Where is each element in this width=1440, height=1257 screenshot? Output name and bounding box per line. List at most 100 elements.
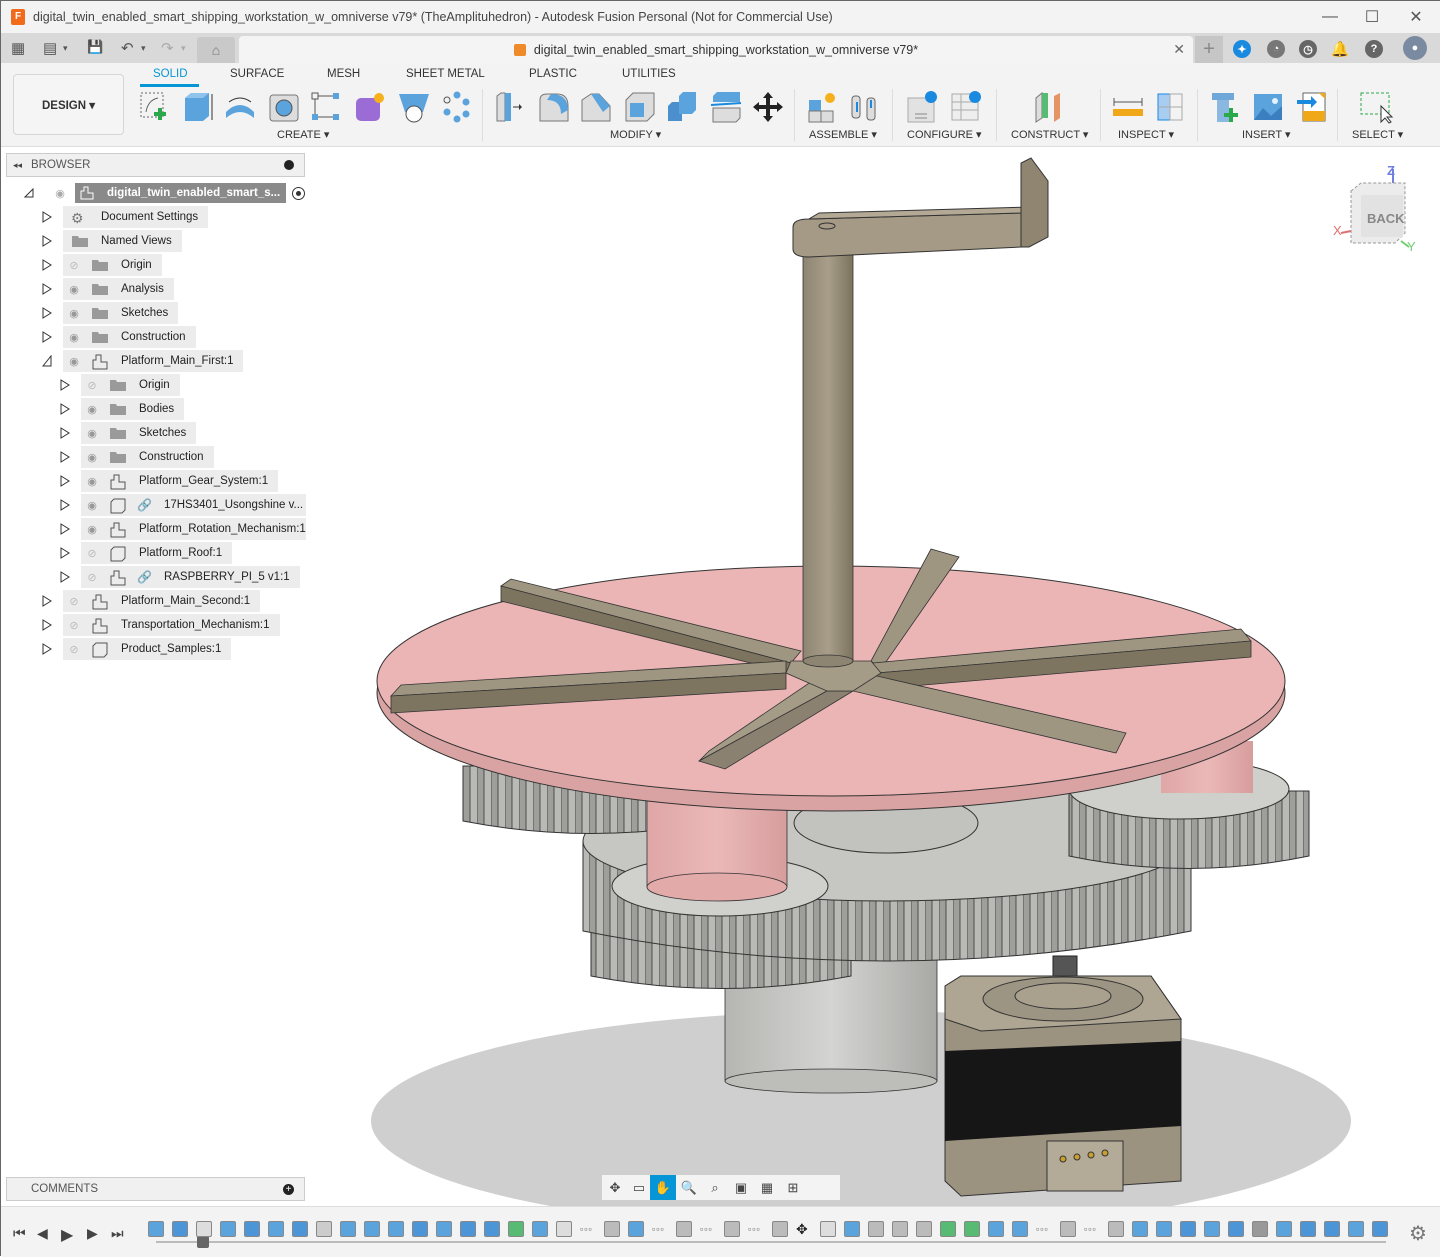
timeline-feature-extrude-icon[interactable]: [244, 1221, 260, 1237]
timeline-feature-sketch-icon[interactable]: [532, 1221, 548, 1237]
browser-item-chip[interactable]: ◉ Bodies: [81, 398, 185, 420]
browser-item-chip[interactable]: ◉ Sketches: [63, 302, 179, 324]
browser-item-chip[interactable]: ◉ Platform_Rotation_Mechanism:1: [81, 518, 316, 540]
timeline-feature-extrude-icon[interactable]: [292, 1221, 308, 1237]
minimize-button[interactable]: —: [1307, 1, 1353, 33]
timeline-feature-sketch-icon[interactable]: [1156, 1221, 1172, 1237]
browser-item[interactable]: ◉ Platform_Main_First:1: [41, 350, 244, 372]
browser-item[interactable]: ⊘ Platform_Roof:1: [59, 542, 233, 564]
configure-design-icon[interactable]: [905, 90, 939, 124]
redo-dropdown-icon[interactable]: ▾: [181, 43, 186, 54]
visibility-eye-icon[interactable]: ◉: [51, 187, 69, 200]
timeline-feature-fillet-icon[interactable]: [316, 1221, 332, 1237]
offset-plane-icon[interactable]: [1032, 90, 1066, 124]
hidden-eye-icon[interactable]: ⊘: [83, 379, 101, 392]
expand-triangle-icon[interactable]: [59, 522, 71, 536]
timeline-feature-sketch-icon[interactable]: [1204, 1221, 1220, 1237]
browser-item-chip[interactable]: ⊘ Origin: [81, 374, 180, 396]
tab-mesh[interactable]: MESH: [327, 68, 360, 80]
inspect-menu[interactable]: INSPECT ▾: [1118, 128, 1174, 141]
tab-plastic[interactable]: PLASTIC: [529, 68, 577, 80]
file-menu-icon[interactable]: ▤: [43, 39, 57, 57]
browser-panel-header[interactable]: ◂◂ BROWSER: [6, 153, 305, 177]
configuration-table-icon[interactable]: [949, 90, 983, 124]
timeline-feature-extrude-icon[interactable]: [412, 1221, 428, 1237]
collapse-triangle-icon[interactable]: [23, 186, 35, 200]
timeline-feature-extrude-icon[interactable]: [484, 1221, 500, 1237]
job-status-icon[interactable]: ◷: [1299, 40, 1317, 58]
expand-triangle-icon[interactable]: [41, 642, 53, 656]
visibility-eye-icon[interactable]: ◉: [83, 451, 101, 464]
timeline-feature-group-icon[interactable]: ▫▫▫: [580, 1221, 596, 1237]
browser-item[interactable]: ⊘ Product_Samples:1: [41, 638, 232, 660]
timeline-next-icon[interactable]: ▶: [87, 1225, 98, 1242]
timeline-feature-extrude-icon[interactable]: [1372, 1221, 1388, 1237]
extensions-icon[interactable]: ✦: [1233, 40, 1251, 58]
look-at-icon[interactable]: ▭: [628, 1175, 650, 1200]
collapse-triangle-icon[interactable]: [41, 354, 53, 368]
timeline-feature-group-icon[interactable]: ▫▫▫: [700, 1221, 716, 1237]
timeline-feature-joint-icon[interactable]: [772, 1221, 788, 1237]
timeline-prev-icon[interactable]: ◀: [37, 1225, 48, 1242]
insert-canvas-icon[interactable]: [1251, 90, 1285, 124]
fit-window-icon[interactable]: ⌕: [702, 1175, 728, 1200]
app-grid-icon[interactable]: ▦: [11, 39, 25, 57]
timeline-feature-joint-icon[interactable]: [868, 1221, 884, 1237]
hidden-eye-icon[interactable]: ⊘: [65, 259, 83, 272]
expand-triangle-icon[interactable]: [41, 282, 53, 296]
combine-icon[interactable]: [665, 90, 699, 124]
rectangular-pattern-icon[interactable]: [309, 90, 343, 124]
pan-icon[interactable]: ✋: [650, 1175, 676, 1200]
move-copy-icon[interactable]: [751, 90, 785, 124]
undo-dropdown-icon[interactable]: ▾: [141, 43, 146, 54]
timeline-feature-joint-icon[interactable]: [676, 1221, 692, 1237]
visibility-eye-icon[interactable]: ◉: [83, 523, 101, 536]
browser-item-chip[interactable]: ⊘ Transportation_Mechanism:1: [63, 614, 280, 636]
timeline-feature-joint-icon[interactable]: [892, 1221, 908, 1237]
timeline-feature-sketch-icon[interactable]: [988, 1221, 1004, 1237]
select-window-icon[interactable]: [1359, 90, 1393, 124]
create-sketch-icon[interactable]: [138, 90, 172, 124]
timeline-feature-sketch-icon[interactable]: [364, 1221, 380, 1237]
shell-icon[interactable]: [623, 90, 657, 124]
timeline-feature-construct-icon[interactable]: [508, 1221, 524, 1237]
timeline-feature-comp-icon[interactable]: [196, 1221, 212, 1237]
add-comment-icon[interactable]: +: [283, 1183, 294, 1195]
timeline-feature-joint-icon[interactable]: [1060, 1221, 1076, 1237]
browser-item-chip[interactable]: ◉ 🔗 17HS3401_Usongshine v...: [81, 494, 314, 516]
timeline-settings-icon[interactable]: ⚙: [1409, 1221, 1427, 1246]
browser-item[interactable]: ◉ Construction: [41, 326, 196, 348]
timeline-feature-construct-icon[interactable]: [940, 1221, 956, 1237]
activate-radio-icon[interactable]: [292, 186, 306, 200]
tab-sheet-metal[interactable]: SHEET METAL: [406, 68, 485, 80]
browser-item[interactable]: Named Views: [41, 230, 182, 252]
timeline-feature-plane-icon[interactable]: [844, 1221, 860, 1237]
fillet-icon[interactable]: [537, 90, 571, 124]
hidden-eye-icon[interactable]: ⊘: [65, 643, 83, 656]
browser-item-chip[interactable]: ◉ Construction: [81, 446, 214, 468]
browser-item-chip[interactable]: ◉ Sketches: [81, 422, 197, 444]
zoom-icon[interactable]: 🔍: [676, 1175, 702, 1200]
timeline-feature-extrude-icon[interactable]: [1324, 1221, 1340, 1237]
browser-root-row[interactable]: ◉ digital_twin_enabled_smart_s...: [23, 182, 306, 204]
timeline-feature-plane-icon[interactable]: [388, 1221, 404, 1237]
online-status-icon[interactable]: ◔: [1267, 40, 1285, 58]
browser-item-chip[interactable]: ◉ Construction: [63, 326, 196, 348]
chamfer-icon[interactable]: [579, 90, 613, 124]
browser-item-chip[interactable]: ⊘ Platform_Main_Second:1: [63, 590, 261, 612]
browser-item[interactable]: ⚙ Document Settings: [41, 206, 209, 228]
document-tab[interactable]: digital_twin_enabled_smart_shipping_work…: [239, 36, 1193, 63]
timeline-feature-sketch-icon[interactable]: [148, 1221, 164, 1237]
hidden-eye-icon[interactable]: ⊘: [65, 595, 83, 608]
expand-triangle-icon[interactable]: [41, 258, 53, 272]
timeline-feature-joint-icon[interactable]: [604, 1221, 620, 1237]
expand-triangle-icon[interactable]: [59, 378, 71, 392]
timeline-feature-sketch-icon[interactable]: [220, 1221, 236, 1237]
timeline-feature-plane-icon[interactable]: [628, 1221, 644, 1237]
visibility-eye-icon[interactable]: ◉: [65, 331, 83, 344]
timeline-feature-extrude-icon[interactable]: [460, 1221, 476, 1237]
new-tab-button[interactable]: +: [1195, 36, 1223, 63]
extrude-icon[interactable]: [181, 90, 215, 124]
expand-triangle-icon[interactable]: [59, 570, 71, 584]
viewcube[interactable]: Z BACK X Y: [1331, 161, 1421, 261]
